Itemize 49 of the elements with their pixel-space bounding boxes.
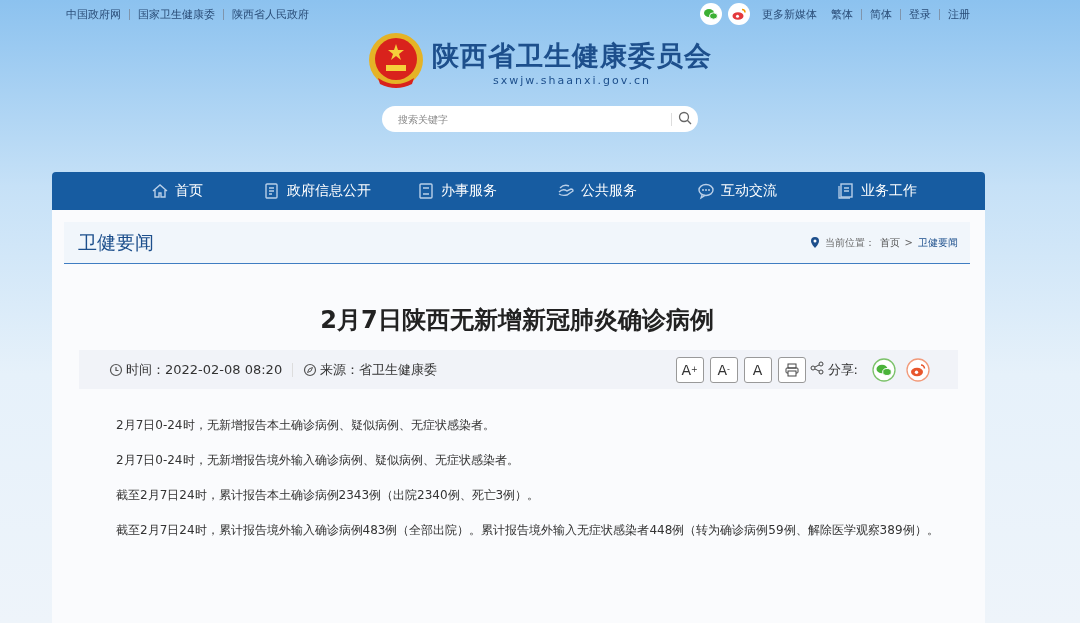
home-icon — [151, 182, 169, 200]
wechat-share-icon[interactable] — [872, 357, 896, 382]
nav-item[interactable]: 业务工作 — [807, 172, 947, 210]
breadcrumb-link[interactable]: 首页 — [879, 235, 900, 250]
book-icon — [837, 182, 855, 200]
breadcrumb-link[interactable]: 卫健要闻 — [918, 235, 958, 250]
nav-item[interactable]: 政府信息公开 — [247, 172, 387, 210]
font-size-button[interactable]: A — [743, 356, 772, 383]
account-link[interactable]: 繁体 — [831, 6, 853, 22]
top-link[interactable]: 国家卫生健康委 — [138, 6, 215, 22]
article-paragraph: 截至2月7日24时，累计报告本土确诊病例2343例（出院2340例、死亡3例）。 — [116, 487, 541, 503]
search-field[interactable]: 搜索关键字 — [382, 106, 698, 132]
publish-time: 时间：2022-02-08 08:20 — [126, 360, 283, 379]
compass-icon — [303, 362, 318, 377]
chat-bubble-icon — [697, 182, 715, 200]
section-title: 卫健要闻 — [78, 229, 154, 255]
nav-item[interactable]: 互动交流 — [667, 172, 807, 210]
wechat-icon[interactable] — [700, 3, 722, 25]
font-size-button[interactable]: A$^{-}$ — [709, 356, 738, 383]
site-domain: sxwjw.shaanxi.gov.cn — [493, 73, 651, 87]
font-size-button[interactable]: A$^{+}$ — [675, 356, 704, 383]
clipboard-icon — [417, 182, 435, 200]
top-link[interactable]: 陕西省人民政府 — [232, 6, 309, 22]
site-title: 陕西省卫生健康委员会 — [432, 38, 712, 73]
breadcrumb-label: 当前位置： — [824, 235, 875, 250]
print-button[interactable] — [777, 356, 806, 383]
top-link[interactable]: 中国政府网 — [66, 6, 121, 22]
share-label: 分享: — [827, 360, 858, 379]
weibo-icon[interactable] — [728, 3, 750, 25]
nav-item[interactable]: 办事服务 — [387, 172, 527, 210]
article-source: 来源：省卫生健康委 — [320, 360, 438, 379]
account-link[interactable]: 登录 — [909, 6, 931, 22]
article-paragraph: 2月7日0-24时，无新增报告境外输入确诊病例、疑似病例、无症状感染者。 — [116, 452, 520, 468]
article-paragraph: 2月7日0-24时，无新增报告本土确诊病例、疑似病例、无症状感染者。 — [116, 417, 496, 433]
printer-icon — [783, 361, 800, 378]
document-icon — [263, 182, 281, 200]
location-pin-icon — [809, 236, 820, 249]
share-icon — [809, 361, 824, 375]
account-link[interactable]: 简体 — [870, 6, 892, 22]
article-title: 2月7日陕西无新增新冠肺炎确诊病例 — [319, 305, 715, 336]
clock-icon — [109, 362, 123, 377]
weibo-share-icon[interactable] — [906, 357, 930, 382]
nav-item[interactable]: 首页 — [107, 172, 247, 210]
article-paragraph: 截至2月7日24时，累计报告境外输入确诊病例483例（全部出院）。累计报告境外输入无症状感染者448例（转为确诊病例59例、解除医学观察389例）。 — [116, 522, 940, 538]
search-icon[interactable] — [678, 110, 692, 125]
breadcrumb-separator: > — [904, 237, 913, 248]
new-media-link[interactable]: 更多新媒体 — [762, 6, 817, 22]
account-link[interactable]: 注册 — [948, 6, 970, 22]
nav-item[interactable]: 公共服务 — [527, 172, 667, 210]
